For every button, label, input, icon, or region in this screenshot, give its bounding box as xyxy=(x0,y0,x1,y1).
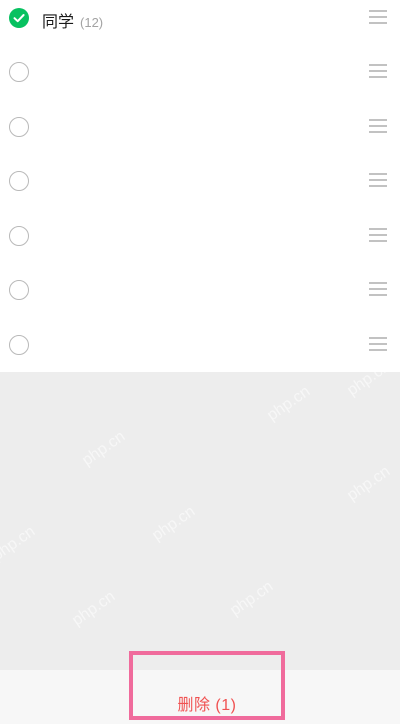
watermark: php.cn xyxy=(149,502,199,545)
drag-handle-icon[interactable] xyxy=(369,64,387,80)
group-row-0[interactable]: 同学 (12) xyxy=(0,0,400,45)
checkmark-glyph xyxy=(13,14,25,23)
drag-handle-icon[interactable] xyxy=(369,173,387,189)
group-row-5[interactable] xyxy=(0,263,400,317)
screen: 同学 (12) php.cn php.cn php.cn php.cn php.… xyxy=(0,0,400,724)
watermark: php.cn xyxy=(0,522,39,565)
delete-button-label: 删除 (1) xyxy=(177,697,237,714)
unchecked-circle-icon[interactable] xyxy=(9,226,29,246)
drag-handle-icon[interactable] xyxy=(369,228,387,244)
group-row-1[interactable] xyxy=(0,45,400,99)
unchecked-circle-icon[interactable] xyxy=(9,171,29,191)
drag-handle-icon[interactable] xyxy=(369,10,387,26)
unchecked-circle-icon[interactable] xyxy=(9,335,29,355)
group-name: 同学 (12) xyxy=(42,8,103,32)
drag-handle-icon[interactable] xyxy=(369,119,387,135)
group-name-text: 同学 xyxy=(42,14,75,31)
group-row-4[interactable] xyxy=(0,209,400,263)
watermark: php.cn xyxy=(264,382,314,425)
unchecked-circle-icon[interactable] xyxy=(9,62,29,82)
group-row-3[interactable] xyxy=(0,154,400,208)
group-member-count: (12) xyxy=(80,15,104,30)
unchecked-circle-icon[interactable] xyxy=(9,280,29,300)
delete-button[interactable]: 删除 (1) xyxy=(129,651,285,720)
group-row-6[interactable] xyxy=(0,318,400,372)
watermark: php.cn xyxy=(227,577,277,620)
group-list: 同学 (12) xyxy=(0,0,400,372)
unchecked-circle-icon[interactable] xyxy=(9,117,29,137)
group-row-2[interactable] xyxy=(0,100,400,154)
drag-handle-icon[interactable] xyxy=(369,337,387,353)
watermark: php.cn xyxy=(69,587,119,630)
checkmark-icon[interactable] xyxy=(9,8,29,28)
watermark: php.cn xyxy=(79,427,129,470)
watermark: php.cn xyxy=(344,462,394,505)
drag-handle-icon[interactable] xyxy=(369,282,387,298)
